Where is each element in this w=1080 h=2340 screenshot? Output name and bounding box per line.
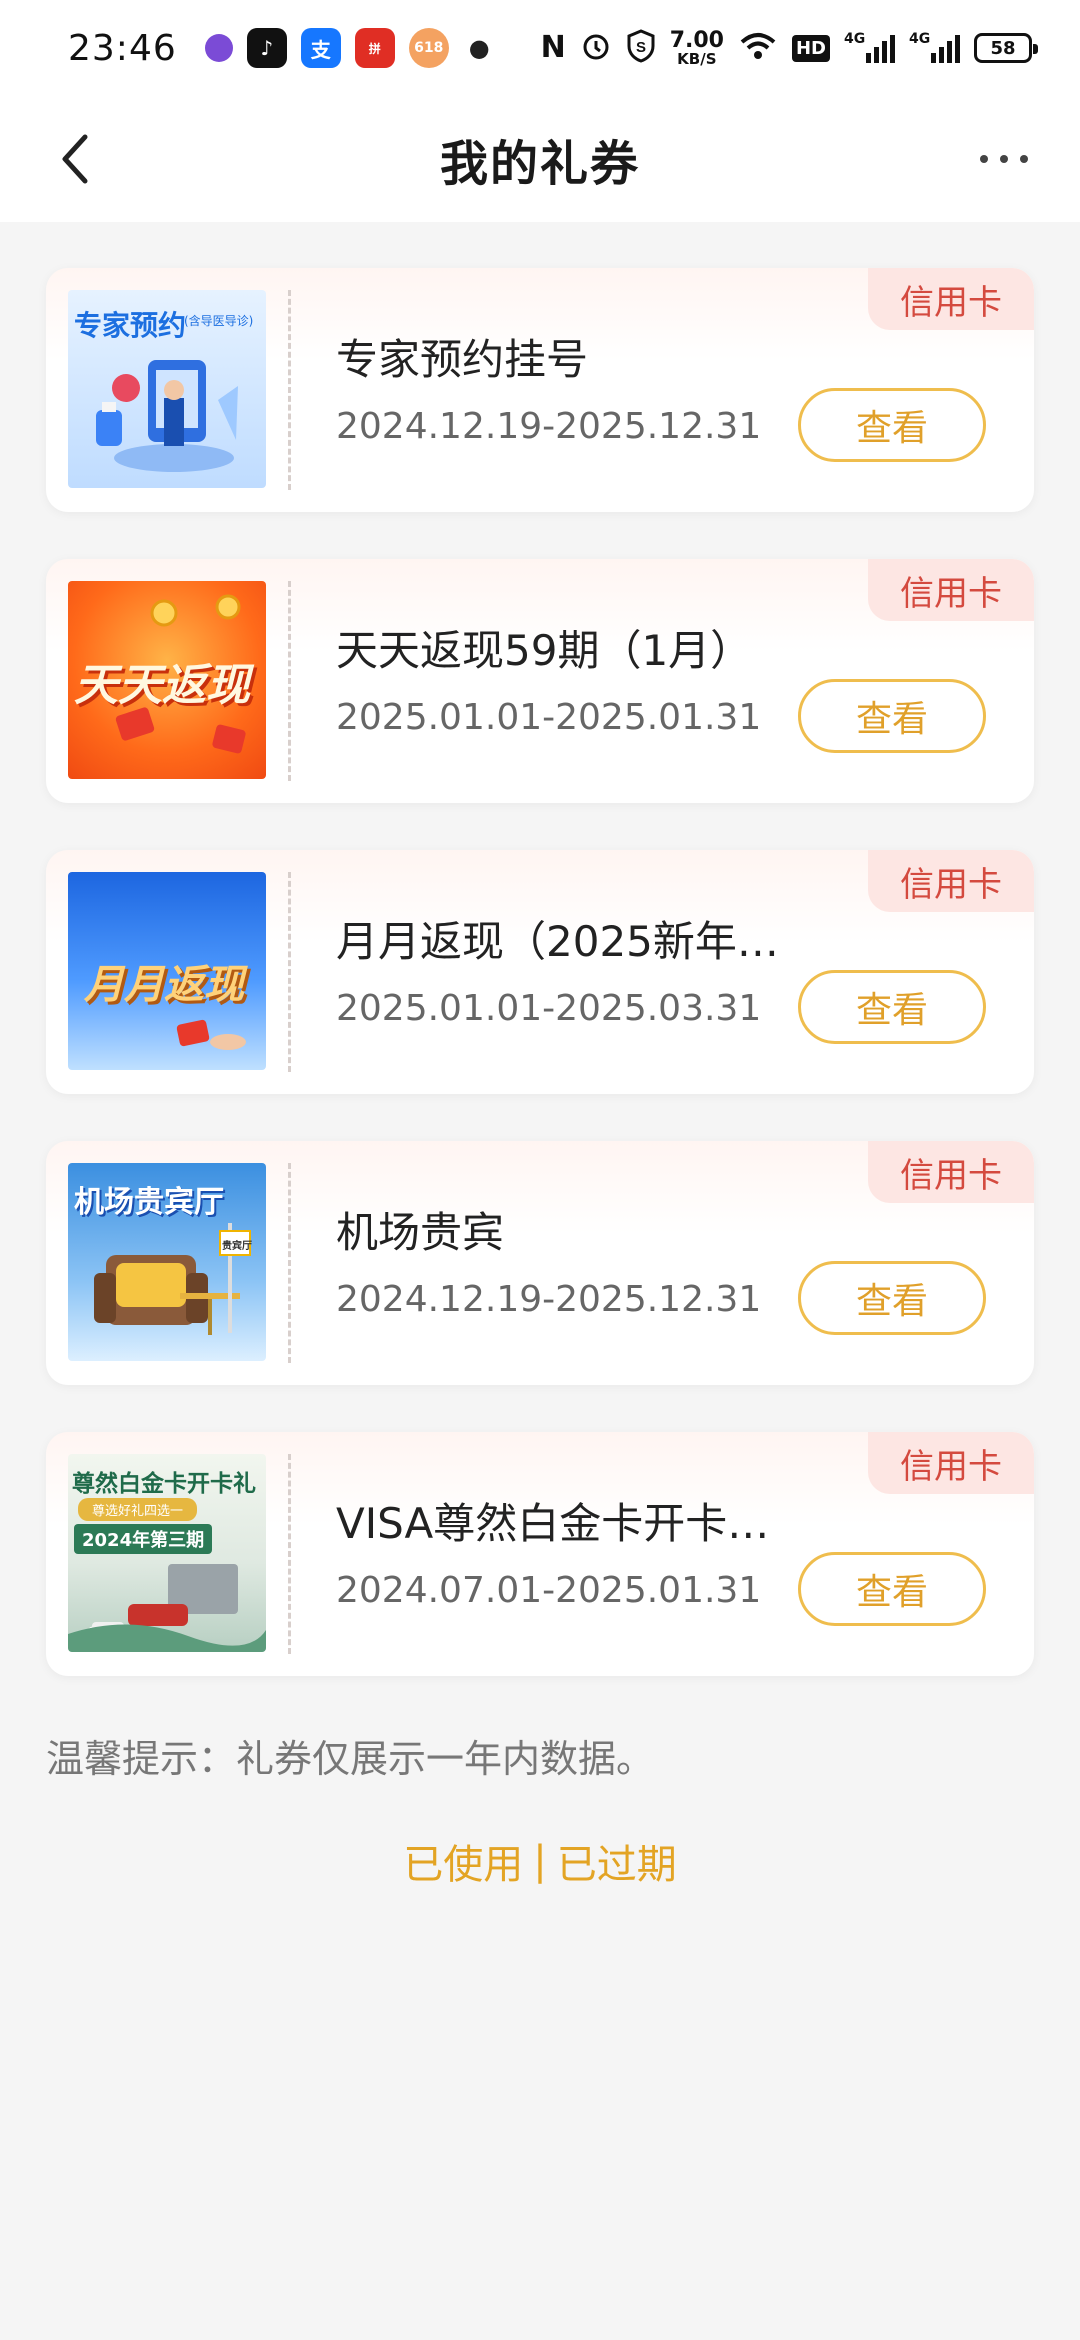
alarm-icon xyxy=(580,30,612,66)
coupon-date: 2024.12.19-2025.12.31 xyxy=(336,1279,762,1320)
coupon-card[interactable]: 专家预约 (含导医导诊) 专家预约挂号 2024.12.19-2025.12.3… xyxy=(46,268,1034,512)
tiktok-icon: ♪ xyxy=(246,28,287,68)
signal-icon-2: 4G xyxy=(909,31,960,63)
page-title: 我的礼券 xyxy=(439,136,640,192)
network-speed-value: 7.00 xyxy=(669,27,724,53)
network-speed-unit: KB/S xyxy=(677,49,717,68)
armchair-icon xyxy=(94,1223,251,1335)
coupon-tag-credit-card: 信用卡 xyxy=(868,850,1034,912)
used-link[interactable]: 已使用 xyxy=(403,1832,523,1890)
dashed-divider xyxy=(288,581,291,781)
coupon-card[interactable]: 尊然白金卡开卡礼 尊选好礼四选一 2024年第三期 VISA尊然白金卡开卡… 2… xyxy=(46,1432,1034,1676)
purple-app-icon xyxy=(204,34,233,62)
coupon-card[interactable]: 天天返现 天天返现59期（1月） 2025.01.01-2025.01.31 信… xyxy=(46,559,1034,803)
coupon-title: 月月返现（2025新年… xyxy=(336,917,779,966)
promo-app-icon: 618 xyxy=(408,28,449,68)
shopping-app-icon: 拼 xyxy=(354,28,395,68)
coupon-tag-credit-card: 信用卡 xyxy=(868,1141,1034,1203)
footer-links: 已使用 | 已过期 xyxy=(0,1832,1080,1890)
thumb-subtext: 贵宾厅 xyxy=(222,1241,252,1252)
signal-label-2: 4G xyxy=(909,31,931,47)
signal-label-1: 4G xyxy=(844,31,866,47)
coupon-card[interactable]: 机场贵宾厅 贵宾厅 机场贵宾 2024.12.19-2025.12.31 信用卡… xyxy=(46,1141,1034,1385)
notification-icons: ♪ 支 拼 618 ● xyxy=(204,28,490,68)
coupon-thumbnail-daily-cashback: 天天返现 xyxy=(68,581,266,779)
wifi-icon xyxy=(738,30,778,66)
dashed-divider xyxy=(288,1163,291,1363)
coupon-thumbnail-visa-platinum: 尊然白金卡开卡礼 尊选好礼四选一 2024年第三期 xyxy=(68,1454,266,1652)
coupon-thumbnail-expert-appointment: 专家预约 (含导医导诊) xyxy=(68,290,266,488)
expired-link[interactable]: 已过期 xyxy=(557,1832,677,1890)
footer-separator: | xyxy=(533,1838,547,1884)
coupon-tag-credit-card: 信用卡 xyxy=(868,1432,1034,1494)
coupon-list: 专家预约 (含导医导诊) 专家预约挂号 2024.12.19-2025.12.3… xyxy=(46,268,1034,1723)
more-dots-icon xyxy=(980,155,988,163)
coupon-date: 2024.07.01-2025.01.31 xyxy=(336,1570,762,1611)
view-button[interactable]: 查看 xyxy=(798,388,986,462)
status-time: 23:46 xyxy=(68,27,177,69)
coupon-thumbnail-airport-lounge: 机场贵宾厅 贵宾厅 xyxy=(68,1163,266,1361)
coupon-title: 天天返现59期（1月） xyxy=(336,626,753,675)
svg-text:S: S xyxy=(636,39,646,56)
view-button[interactable]: 查看 xyxy=(798,1261,986,1335)
dashed-divider xyxy=(288,1454,291,1654)
dashed-divider xyxy=(288,872,291,1072)
tip-text: 温馨提示：礼券仅展示一年内数据。 xyxy=(46,1737,655,1781)
view-button[interactable]: 查看 xyxy=(798,1552,986,1626)
dashed-divider xyxy=(288,290,291,490)
coupon-tag-credit-card: 信用卡 xyxy=(868,268,1034,330)
coupon-tag-credit-card: 信用卡 xyxy=(868,559,1034,621)
chevron-left-icon xyxy=(62,134,88,184)
coupon-title: 机场贵宾 xyxy=(336,1208,505,1257)
view-button[interactable]: 查看 xyxy=(798,679,986,753)
coupon-date: 2025.01.01-2025.03.31 xyxy=(336,988,762,1029)
more-button[interactable] xyxy=(964,124,1044,194)
coupon-card[interactable]: 月月返现 月月返现（2025新年… 2025.01.01-2025.03.31 … xyxy=(46,850,1034,1094)
gift-items-icon xyxy=(68,1564,266,1652)
hd-badge: HD xyxy=(791,34,830,62)
coupon-title: 专家预约挂号 xyxy=(336,335,589,384)
coupon-title: VISA尊然白金卡开卡… xyxy=(336,1499,770,1548)
network-speed: 7.00 KB/S xyxy=(669,27,724,68)
alipay-icon: 支 xyxy=(300,28,341,68)
battery-icon: 58 xyxy=(974,33,1038,63)
coupon-thumbnail-monthly-cashback: 月月返现 xyxy=(68,872,266,1070)
dot-indicator-icon: ● xyxy=(468,34,490,62)
nav-bar: 我的礼券 xyxy=(0,96,1080,222)
signal-icon-1: 4G xyxy=(844,31,895,63)
red-envelope-icon xyxy=(176,1019,246,1050)
status-right: N S 7.00 KB/S HD 4G 4G 58 xyxy=(540,27,1038,68)
shield-icon: S xyxy=(626,29,656,67)
status-bar: 23:46 ♪ 支 拼 618 ● N S 7.00 KB/S HD 4G 4G xyxy=(0,0,1080,96)
thumb-text: 天天返现 xyxy=(74,660,250,711)
nfc-icon: N xyxy=(540,30,566,65)
medical-illustration-icon xyxy=(96,360,238,472)
back-button[interactable] xyxy=(40,124,110,194)
coupon-date: 2025.01.01-2025.01.31 xyxy=(336,697,762,738)
view-button[interactable]: 查看 xyxy=(798,970,986,1044)
coupon-date: 2024.12.19-2025.12.31 xyxy=(336,406,762,447)
